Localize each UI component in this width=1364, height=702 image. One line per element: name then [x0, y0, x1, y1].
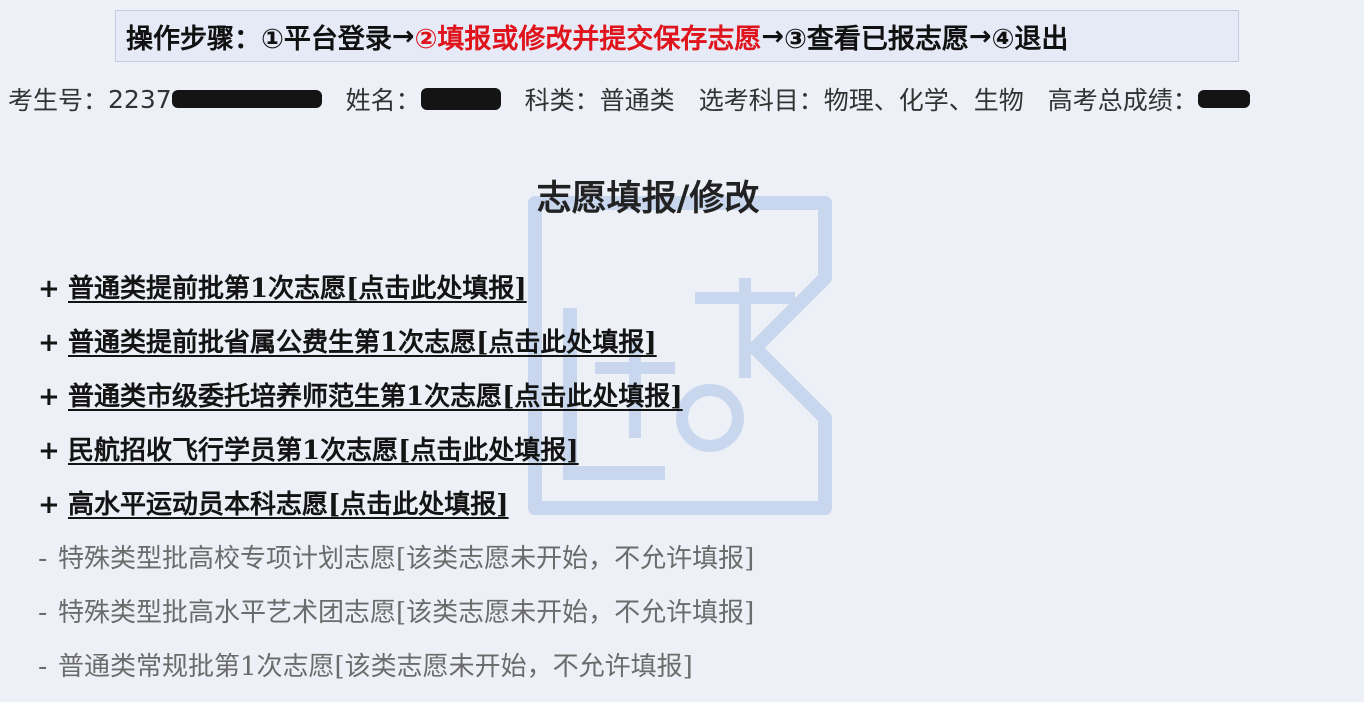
- category-label: 科类：: [524, 86, 600, 115]
- fill-link-pilot-cadet[interactable]: 民航招收飞行学员第1次志愿[点击此处填报]: [68, 436, 579, 466]
- fill-link-provincial-funded[interactable]: 普通类提前批省属公费生第1次志愿[点击此处填报]: [68, 328, 657, 358]
- closed-item-label: 特殊类型批高校专项计划志愿[该类志愿未开始，不允许填报]: [58, 544, 755, 574]
- expand-icon: +: [38, 328, 60, 358]
- exam-number-value: 2237: [108, 84, 172, 114]
- application-item-municipal-teacher: + 普通类市级委托培养师范生第1次志愿[点击此处填报]: [38, 370, 754, 424]
- fill-link-athlete[interactable]: 高水平运动员本科志愿[点击此处填报]: [68, 490, 509, 520]
- category: 科类： 普通类: [525, 81, 675, 117]
- closed-item-label: 普通类常规批第1次志愿[该类志愿未开始，不允许填报]: [58, 652, 693, 682]
- candidate-info: 考生号： 2237 姓名： 科类： 普通类 选考科目： 物理、化学、生物 高考总…: [8, 80, 1274, 118]
- category-value: 普通类: [599, 86, 675, 115]
- collapse-icon: -: [38, 598, 48, 628]
- candidate-name: 姓名：: [346, 81, 501, 117]
- step-login: ①平台登录: [261, 23, 392, 55]
- expand-icon: +: [38, 436, 60, 466]
- total-score: 高考总成绩：: [1048, 81, 1250, 117]
- expand-icon: +: [38, 382, 60, 412]
- application-item-regular-batch: - 普通类常规批第1次志愿[该类志愿未开始，不允许填报]: [38, 640, 754, 694]
- score-label: 高考总成绩：: [1047, 86, 1198, 115]
- step-view: ③查看已报志愿: [784, 23, 969, 55]
- name-label: 姓名：: [345, 86, 421, 115]
- application-list: + 普通类提前批第1次志愿[点击此处填报] + 普通类提前批省属公费生第1次志愿[点…: [38, 262, 754, 694]
- application-item-pilot-cadet: + 民航招收飞行学员第1次志愿[点击此处填报]: [38, 424, 754, 478]
- application-item-advance-batch: + 普通类提前批第1次志愿[点击此处填报]: [38, 262, 754, 316]
- closed-item-label: 特殊类型批高水平艺术团志愿[该类志愿未开始，不允许填报]: [58, 598, 755, 628]
- operation-steps-bar: 操作步骤： ①平台登录 → ②填报或修改并提交保存志愿 → ③查看已报志愿 → …: [115, 10, 1239, 62]
- redaction-mark: [1197, 90, 1250, 108]
- collapse-icon: -: [38, 652, 48, 682]
- exam-number-label: 考生号：: [8, 86, 109, 115]
- collapse-icon: -: [38, 544, 48, 574]
- application-item-art-troupe: - 特殊类型批高水平艺术团志愿[该类志愿未开始，不允许填报]: [38, 586, 754, 640]
- subjects-value: 物理、化学、生物: [823, 86, 1024, 115]
- elective-subjects: 选考科目： 物理、化学、生物: [699, 81, 1024, 117]
- steps-label: 操作步骤：: [126, 23, 261, 55]
- step-fill-submit: ②填报或修改并提交保存志愿: [414, 23, 762, 55]
- fill-link-advance-batch[interactable]: 普通类提前批第1次志愿[点击此处填报]: [68, 274, 527, 304]
- step-logout: ④退出: [991, 23, 1069, 55]
- redaction-mark: [420, 88, 501, 110]
- page-title: 志愿填报/修改: [536, 178, 760, 219]
- exam-number: 考生号： 2237: [8, 81, 322, 117]
- subjects-label: 选考科目：: [698, 86, 824, 115]
- application-item-athlete: + 高水平运动员本科志愿[点击此处填报]: [38, 478, 754, 532]
- step-arrow: →: [391, 20, 415, 52]
- step-arrow: →: [761, 20, 784, 52]
- expand-icon: +: [38, 490, 60, 520]
- expand-icon: +: [38, 274, 60, 304]
- redaction-mark: [171, 90, 322, 108]
- application-item-provincial-funded: + 普通类提前批省属公费生第1次志愿[点击此处填报]: [38, 316, 754, 370]
- fill-link-municipal-teacher[interactable]: 普通类市级委托培养师范生第1次志愿[点击此处填报]: [68, 382, 683, 412]
- step-arrow: →: [968, 20, 992, 52]
- application-item-special-program: - 特殊类型批高校专项计划志愿[该类志愿未开始，不允许填报]: [38, 532, 754, 586]
